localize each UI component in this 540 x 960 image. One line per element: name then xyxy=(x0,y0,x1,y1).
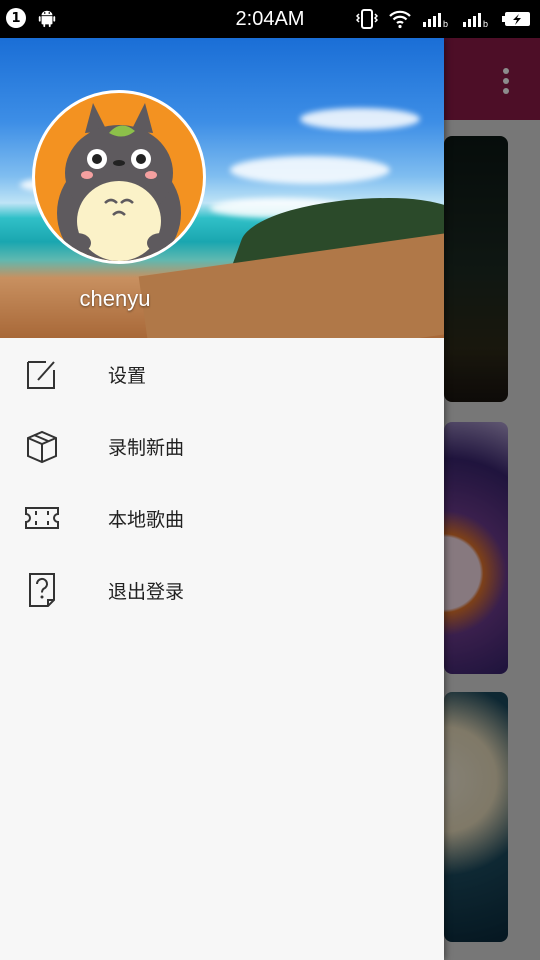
svg-text:b: b xyxy=(483,19,488,29)
menu-item-label: 录制新曲 xyxy=(108,436,185,459)
signal-icon: b xyxy=(463,13,488,29)
ticket-icon xyxy=(25,507,59,529)
wifi-icon xyxy=(389,10,411,29)
menu-item-logout[interactable]: 退出登录 xyxy=(0,554,444,626)
navigation-drawer: chenyu 设置 录制新曲 本地歌曲 退出登录 xyxy=(0,38,444,960)
menu-item-settings[interactable]: 设置 xyxy=(0,338,444,410)
menu-item-record[interactable]: 录制新曲 xyxy=(0,410,444,482)
menu-item-local-songs[interactable]: 本地歌曲 xyxy=(0,482,444,554)
totoro-avatar-icon xyxy=(57,103,181,261)
menu-item-label: 本地歌曲 xyxy=(108,508,185,531)
signal-icon: b xyxy=(423,13,448,29)
drawer-menu: 设置 录制新曲 本地歌曲 退出登录 xyxy=(0,338,444,626)
vibrate-icon xyxy=(356,9,378,29)
username[interactable]: chenyu xyxy=(0,286,230,312)
status-bar: 1 2:04AM b b xyxy=(0,0,540,38)
svg-text:b: b xyxy=(443,19,448,29)
avatar[interactable] xyxy=(32,90,206,264)
help-file-icon xyxy=(29,573,55,607)
battery-icon xyxy=(502,12,530,26)
edit-icon xyxy=(27,361,55,389)
box-icon xyxy=(27,430,57,464)
menu-item-label: 设置 xyxy=(108,364,147,387)
menu-item-label: 退出登录 xyxy=(108,580,185,603)
drawer-header: chenyu xyxy=(0,38,444,338)
